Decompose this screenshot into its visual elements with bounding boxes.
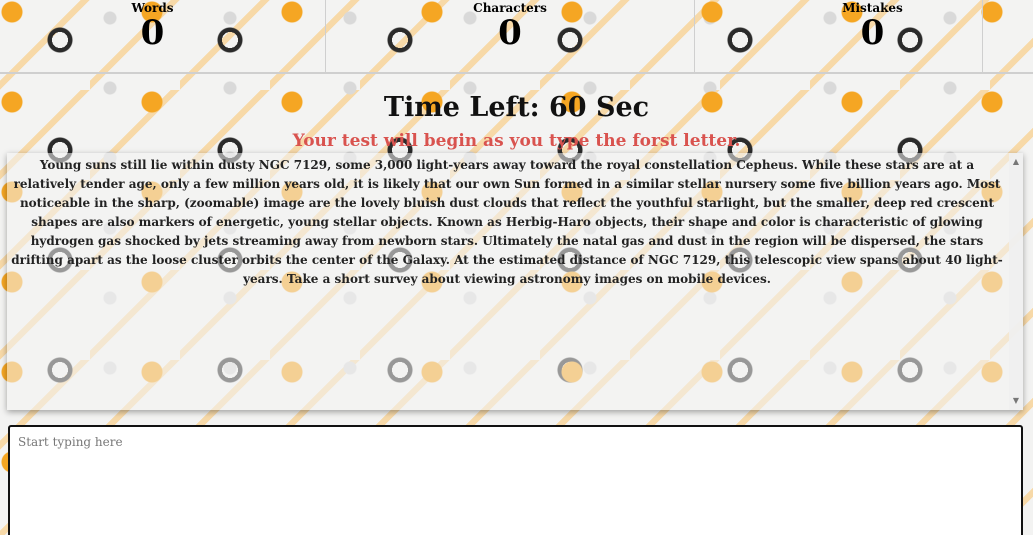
stats-divider: [982, 0, 983, 72]
characters-stat: Characters 0: [325, 0, 695, 72]
scroll-up-arrow-icon[interactable]: ▲: [1009, 155, 1023, 169]
passage-panel[interactable]: Young suns still lie within dusty NGC 71…: [7, 153, 1023, 410]
page: { "stats": { "words_label": "Words", "wo…: [0, 0, 1033, 535]
stats-bar: Words 0 Characters 0 Mistakes 0: [0, 0, 1033, 74]
start-notice: Your test will begin as you type the for…: [292, 131, 741, 151]
passage-scrollbar[interactable]: ▲ ▼: [1009, 153, 1023, 410]
scroll-down-arrow-icon[interactable]: ▼: [1009, 394, 1023, 408]
words-count: 0: [140, 13, 165, 53]
typing-input[interactable]: [8, 425, 1023, 535]
characters-count: 0: [498, 13, 522, 53]
passage-text: Young suns still lie within dusty NGC 71…: [11, 158, 1003, 286]
time-left: Time Left: 60 Sec: [383, 92, 650, 123]
words-stat: Words 0: [0, 0, 305, 72]
